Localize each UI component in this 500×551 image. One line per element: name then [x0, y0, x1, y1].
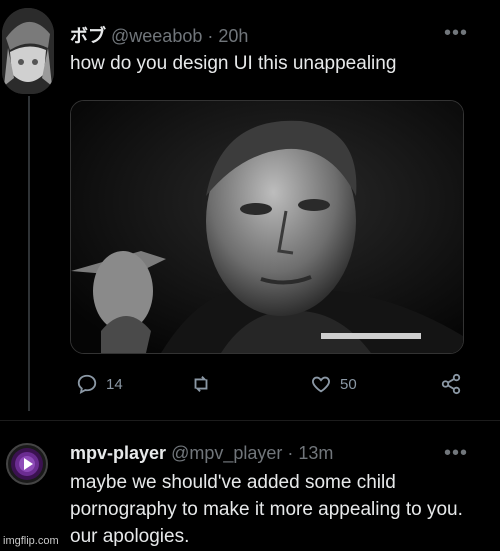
- tweet-image[interactable]: [70, 100, 464, 354]
- handle-timestamp[interactable]: @mpv_player · 13m: [171, 443, 333, 463]
- like-count: 50: [340, 375, 357, 393]
- tweet1-header: ボブ @weeabob · 20h: [70, 22, 248, 48]
- tweet1-text: how do you design UI this unappealing: [70, 53, 397, 74]
- avatar-weeabob[interactable]: [2, 8, 54, 94]
- watermark: imgflip.com: [3, 535, 59, 547]
- share-icon: [441, 373, 461, 395]
- tweet2-header: mpv-player @mpv_player · 13m: [70, 443, 333, 464]
- more-horizontal-icon[interactable]: •••: [444, 23, 468, 43]
- reply-count: 14: [106, 375, 123, 393]
- tweet2-text: maybe we should've added some child porn…: [70, 472, 463, 547]
- display-name[interactable]: mpv-player: [70, 443, 166, 463]
- avatar-mpv-player[interactable]: [6, 443, 48, 485]
- smoking-man-photo: [71, 101, 463, 353]
- tweet1-actions: 14 50: [0, 373, 500, 397]
- heart-icon: [312, 376, 330, 393]
- retweet-icon: [194, 376, 208, 392]
- retweet-button[interactable]: [190, 373, 220, 395]
- divider: [0, 420, 500, 421]
- like-button[interactable]: 50: [310, 373, 357, 395]
- more-horizontal-icon[interactable]: •••: [444, 443, 468, 463]
- anime-avatar-icon: [2, 8, 54, 94]
- mpv-logo-icon: [11, 448, 43, 480]
- reply-icon: [77, 374, 97, 394]
- share-button[interactable]: [440, 373, 462, 395]
- thread-connector: [28, 96, 30, 411]
- display-name[interactable]: ボブ: [70, 26, 106, 46]
- handle-timestamp[interactable]: @weeabob · 20h: [111, 26, 248, 46]
- reply-button[interactable]: 14: [76, 373, 123, 395]
